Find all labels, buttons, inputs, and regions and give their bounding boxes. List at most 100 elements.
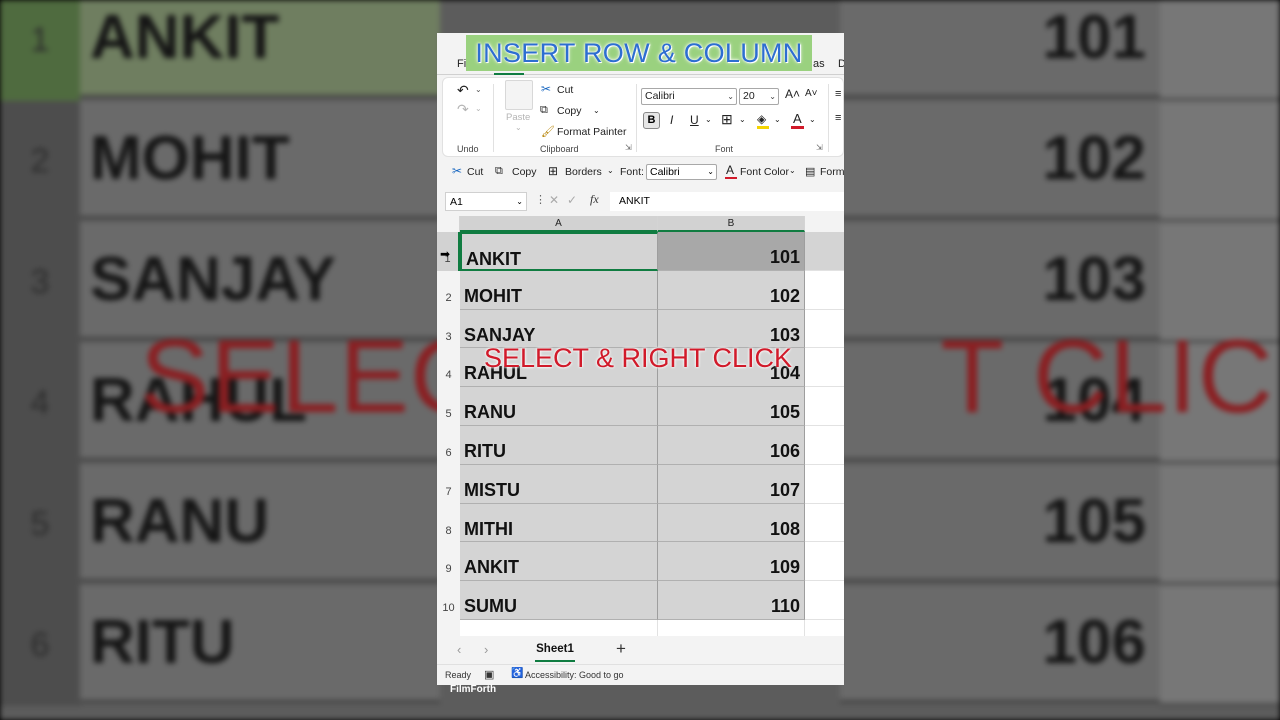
- underline-dropdown-icon[interactable]: ⌄: [705, 115, 712, 124]
- decrease-font-icon[interactable]: A˅: [805, 88, 818, 99]
- tab-formulas-fragment[interactable]: as: [813, 58, 825, 70]
- select-all-corner[interactable]: [437, 216, 460, 232]
- borders-icon[interactable]: ⊞: [721, 111, 733, 128]
- insert-function-button[interactable]: fx: [590, 192, 599, 207]
- formula-input[interactable]: ANKIT: [610, 192, 844, 211]
- column-header-a[interactable]: A: [460, 216, 658, 232]
- alignment-icon[interactable]: ≡: [835, 88, 841, 100]
- cut-button[interactable]: Cut: [557, 84, 573, 96]
- cell-a5[interactable]: RANU: [460, 387, 658, 426]
- format-painter-button[interactable]: Format Painter: [557, 126, 626, 138]
- fill-color-icon[interactable]: ◈: [757, 112, 766, 126]
- borders-dropdown-icon[interactable]: ⌄: [739, 115, 746, 124]
- font-color-dropdown-icon[interactable]: ⌄: [809, 115, 816, 124]
- row-header-bar: 1 2 3 4 5 6 7 8 9 10: [437, 232, 460, 636]
- row-header[interactable]: 3: [437, 310, 460, 349]
- cell-a9[interactable]: ANKIT: [460, 542, 658, 582]
- chevron-left-icon[interactable]: ‹: [457, 642, 461, 657]
- name-box-value: A1: [450, 196, 463, 208]
- cell-c10[interactable]: [805, 581, 844, 620]
- cell-a1[interactable]: ANKIT: [460, 232, 658, 271]
- font-name-value: Calibri: [645, 90, 675, 102]
- cell-c8[interactable]: [805, 503, 844, 543]
- quick-cut-button[interactable]: Cut: [467, 166, 483, 178]
- cell-b5[interactable]: 105: [658, 387, 805, 426]
- cell-c2[interactable]: [805, 270, 844, 310]
- cell-a7[interactable]: MISTU: [460, 464, 658, 504]
- copy-icon: ⧉: [495, 165, 503, 177]
- cell-c9[interactable]: [805, 542, 844, 582]
- quick-font-combo[interactable]: Calibri ⌄: [646, 164, 717, 180]
- clipboard-launcher-icon[interactable]: ⇲: [625, 143, 632, 152]
- alignment-icon[interactable]: ≡: [835, 112, 841, 124]
- font-launcher-icon[interactable]: ⇲: [816, 143, 823, 152]
- font-name-combo[interactable]: Calibri ⌄: [641, 88, 737, 105]
- fill-dropdown-icon[interactable]: ⌄: [774, 115, 781, 124]
- cell-b7[interactable]: 107: [658, 464, 805, 504]
- row-header[interactable]: 6: [437, 426, 460, 465]
- cell-b11[interactable]: [658, 620, 805, 636]
- more-options-icon[interactable]: ⋮: [535, 193, 546, 206]
- cell-a10[interactable]: SUMU: [460, 581, 658, 620]
- row-header[interactable]: 4: [437, 348, 460, 387]
- increase-font-icon[interactable]: A˄: [785, 87, 800, 101]
- undo-dropdown-icon[interactable]: ⌄: [475, 85, 482, 94]
- bold-button[interactable]: B: [643, 112, 660, 129]
- quick-borders-button[interactable]: Borders: [565, 166, 602, 178]
- copy-dropdown-icon[interactable]: ⌄: [593, 106, 600, 115]
- cell-b1[interactable]: 101: [658, 232, 805, 271]
- chevron-down-icon[interactable]: ⌄: [607, 166, 614, 175]
- row-header[interactable]: 9: [437, 542, 460, 581]
- status-bar: Ready ▣ ♿ Accessibility: Good to go: [437, 664, 844, 685]
- cell-c1[interactable]: [805, 232, 844, 271]
- quick-copy-button[interactable]: Copy: [512, 166, 537, 178]
- accessibility-status[interactable]: Accessibility: Good to go: [525, 670, 624, 680]
- cell-c7[interactable]: [805, 464, 844, 504]
- quick-format-button[interactable]: Form: [820, 166, 844, 178]
- sheet-tab-sheet1[interactable]: Sheet1: [532, 639, 578, 661]
- copy-button[interactable]: Copy: [557, 105, 582, 117]
- row-header[interactable]: 7: [437, 465, 460, 504]
- name-box[interactable]: A1 ⌄: [445, 192, 527, 211]
- column-header-b[interactable]: B: [658, 216, 805, 232]
- italic-button[interactable]: I: [670, 113, 673, 127]
- chevron-down-icon[interactable]: ⌄: [789, 166, 796, 175]
- bg-empty-cell: [1160, 464, 1280, 585]
- bg-row-number: 4: [0, 343, 80, 464]
- cell-c6[interactable]: [805, 426, 844, 465]
- macro-record-icon[interactable]: ▣: [484, 668, 494, 681]
- bg-number-cell: 101: [840, 0, 1160, 98]
- cell-c3[interactable]: [805, 309, 844, 349]
- cell-b9[interactable]: 109: [658, 542, 805, 582]
- excel-window: Fil as D INSERT ROW & COLUMN ↶ ⌄ ↷ ⌄ Und…: [437, 33, 844, 685]
- cell-a8[interactable]: MITHI: [460, 503, 658, 543]
- cell-c4[interactable]: [805, 348, 844, 388]
- tab-data-fragment[interactable]: D: [838, 58, 844, 70]
- bg-name-cell: RANU: [80, 464, 440, 582]
- cell-a11[interactable]: [460, 620, 658, 636]
- cancel-icon: ✕: [549, 193, 560, 207]
- chevron-right-icon[interactable]: ›: [484, 642, 488, 657]
- cell-c5[interactable]: [805, 387, 844, 426]
- cell-b8[interactable]: 108: [658, 503, 805, 543]
- undo-icon[interactable]: ↶: [457, 82, 469, 99]
- column-header-c[interactable]: [805, 216, 844, 232]
- quick-font-color-button[interactable]: Font Color: [740, 166, 789, 178]
- font-color-icon[interactable]: A: [793, 111, 802, 126]
- row-header[interactable]: 2: [437, 271, 460, 310]
- underline-button[interactable]: U: [690, 113, 699, 127]
- bg-number-cell: 105: [840, 464, 1160, 582]
- cell-b2[interactable]: 102: [658, 270, 805, 310]
- cell-b6[interactable]: 106: [658, 426, 805, 465]
- add-sheet-button[interactable]: +: [616, 639, 626, 659]
- ribbon: ↶ ⌄ ↷ ⌄ Undo Paste ⌄ ✂ Cut ⧉ Copy ⌄ 🖌 Fo…: [442, 77, 844, 157]
- cell-a2[interactable]: MOHIT: [460, 270, 658, 310]
- formula-bar: A1 ⌄ ⋮ ✕ ✓ fx ANKIT: [437, 190, 844, 214]
- row-header[interactable]: 8: [437, 504, 460, 543]
- font-color-swatch: [791, 126, 804, 129]
- row-header[interactable]: 10: [437, 581, 460, 620]
- cell-b10[interactable]: 110: [658, 581, 805, 620]
- font-size-combo[interactable]: 20 ⌄: [739, 88, 779, 105]
- cell-a6[interactable]: RITU: [460, 426, 658, 465]
- row-header[interactable]: 5: [437, 387, 460, 426]
